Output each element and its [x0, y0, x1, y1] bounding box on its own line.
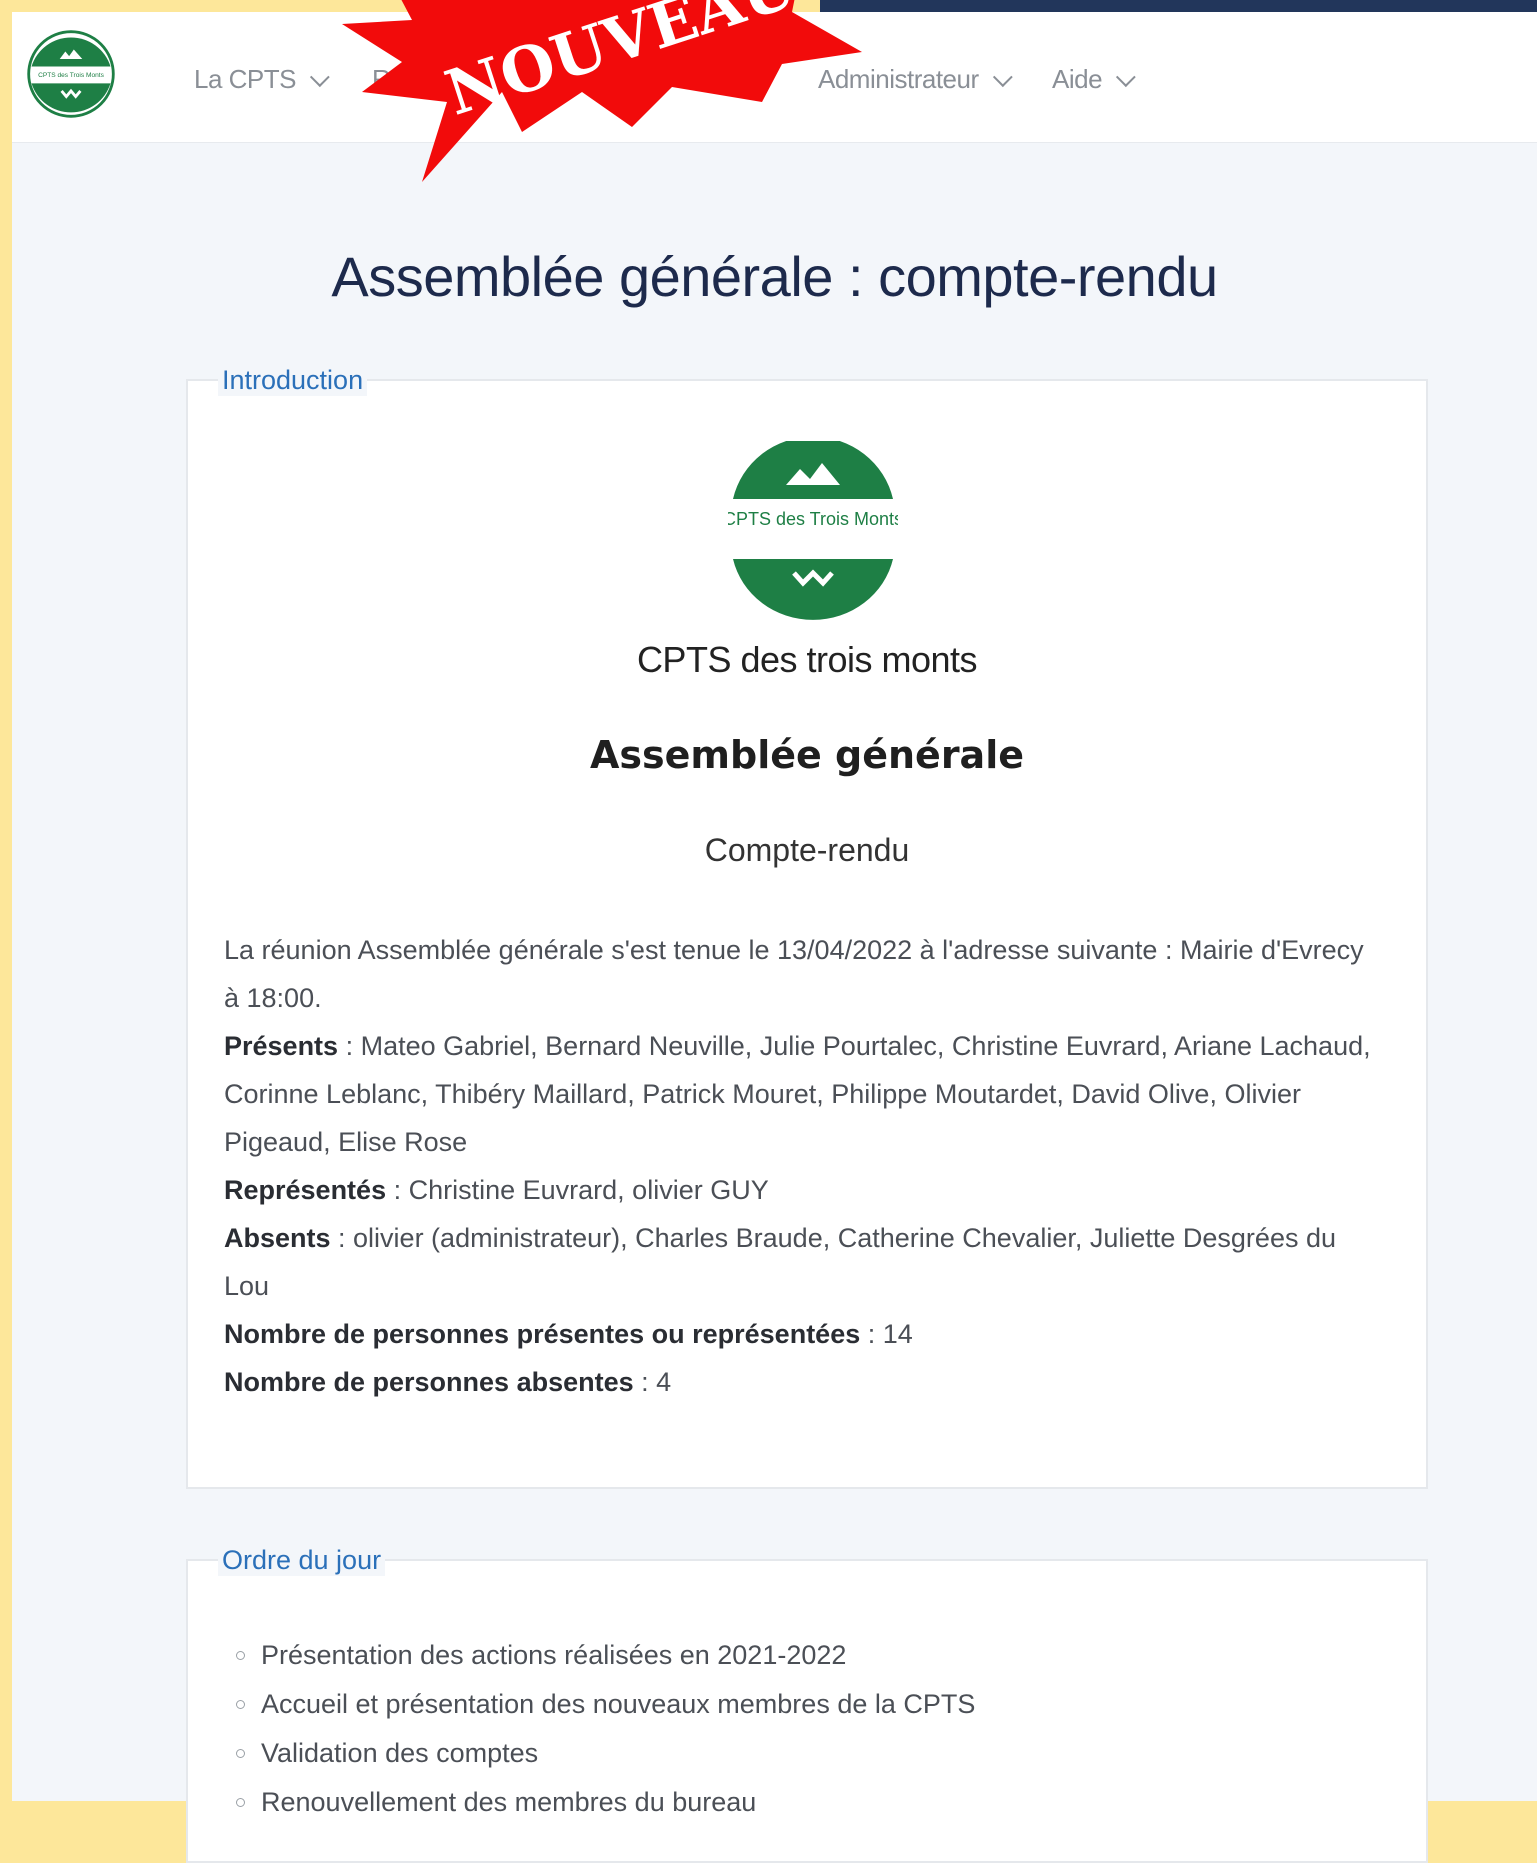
logo-text: CPTS des Trois Monts — [728, 509, 898, 529]
bullet-icon — [236, 1749, 245, 1758]
bullet-icon — [236, 1651, 245, 1660]
section-legend: Ordre du jour — [218, 1545, 386, 1576]
section-legend: Introduction — [218, 365, 368, 396]
chevron-down-icon — [309, 66, 330, 87]
agenda-item-label: Renouvellement des membres du bureau — [261, 1787, 757, 1817]
nav-logo-text: CPTS des Trois Monts — [38, 72, 105, 79]
representes-line: Représentés : Christine Euvrard, olivier… — [224, 1166, 1386, 1214]
bullet-icon — [236, 1798, 245, 1807]
page: CPTS des Trois Monts La CPTS Re Administ… — [12, 0, 1537, 1863]
meeting-details: La réunion Assemblée générale s'est tenu… — [224, 926, 1386, 1406]
cpts-logo-icon[interactable]: CPTS des Trois Monts — [24, 24, 118, 124]
nb-presents-value: : 14 — [860, 1319, 913, 1349]
navbar: CPTS des Trois Monts La CPTS Re Administ… — [12, 0, 1537, 182]
representes-label: Représentés — [224, 1175, 387, 1205]
document-title: Assemblée générale — [590, 733, 1024, 777]
list-item: Accueil et présentation des nouveaux mem… — [236, 1680, 975, 1729]
agenda-item-label: Accueil et présentation des nouveaux mem… — [261, 1689, 976, 1719]
agenda-list: Présentation des actions réalisées en 20… — [236, 1631, 975, 1827]
meeting-text: La réunion Assemblée générale s'est tenu… — [224, 935, 1364, 1013]
introduction-section: Introduction CPTS des Trois Monts CPTS d… — [186, 365, 1428, 1489]
presents-value: : Mateo Gabriel, Bernard Neuville, Julie… — [224, 1031, 1371, 1157]
absents-value: : olivier (administrateur), Charles Brau… — [224, 1223, 1336, 1301]
presents-label: Présents — [224, 1031, 339, 1061]
nav-item-label: Aide — [1052, 64, 1103, 94]
nav-item-la-cpts[interactable]: La CPTS — [194, 64, 330, 95]
presents-line: Présents : Mateo Gabriel, Bernard Neuvil… — [224, 1022, 1386, 1166]
agenda-item-label: Validation des comptes — [261, 1738, 539, 1768]
cpts-logo-icon: CPTS des Trois Monts — [728, 441, 898, 620]
list-item: Renouvellement des membres du bureau — [236, 1778, 975, 1827]
nb-presents-label: Nombre de personnes présentes ou représe… — [224, 1319, 861, 1349]
absents-line: Absents : olivier (administrateur), Char… — [224, 1214, 1386, 1310]
org-name: CPTS des trois monts — [636, 639, 978, 680]
nb-absents-value: : 4 — [633, 1367, 672, 1397]
ordre-du-jour-section: Ordre du jour Présentation des actions r… — [186, 1545, 1428, 1863]
nav-item-aide[interactable]: Aide — [1052, 64, 1136, 95]
list-item: Présentation des actions réalisées en 20… — [236, 1631, 975, 1680]
bullet-icon — [236, 1700, 245, 1709]
document-subtitle: Compte-rendu — [704, 832, 910, 868]
nb-presents-line: Nombre de personnes présentes ou représe… — [224, 1310, 1386, 1358]
page-title: Assemblée générale : compte-rendu — [331, 245, 1218, 308]
nb-absents-label: Nombre de personnes absentes — [224, 1367, 634, 1397]
chevron-down-icon — [992, 66, 1013, 87]
new-starburst-badge: NOUVEAU — [342, 0, 862, 182]
representes-value: : Christine Euvrard, olivier GUY — [386, 1175, 769, 1205]
list-item: Validation des comptes — [236, 1729, 975, 1778]
absents-label: Absents — [224, 1223, 331, 1253]
top-dark-strip — [820, 0, 1537, 12]
chevron-down-icon — [1115, 66, 1136, 87]
agenda-item-label: Présentation des actions réalisées en 20… — [261, 1640, 847, 1670]
nb-absents-line: Nombre de personnes absentes : 4 — [224, 1358, 1386, 1406]
nav-item-label: La CPTS — [194, 64, 297, 94]
